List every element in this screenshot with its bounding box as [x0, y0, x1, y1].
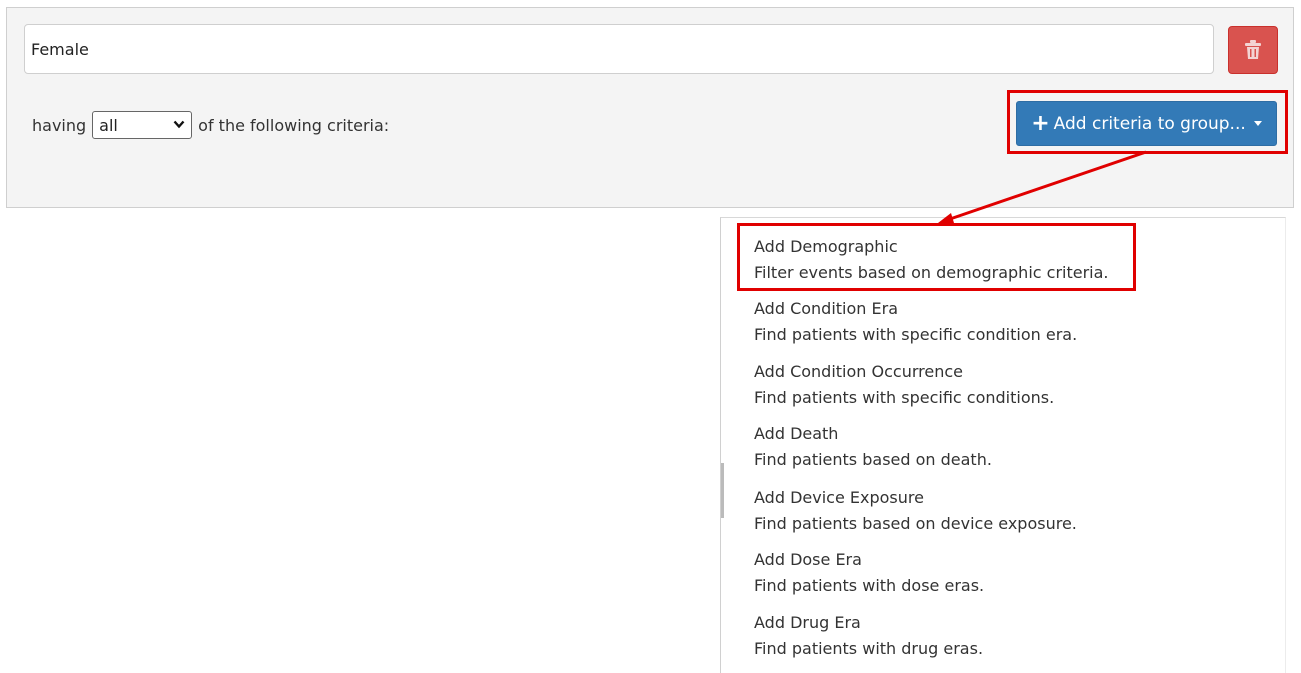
menu-item-title: Add Dose Era — [754, 550, 862, 569]
menu-item-description: Find patients with specific conditions. — [754, 388, 1055, 407]
caret-down-icon — [1253, 121, 1262, 126]
having-label: having — [32, 115, 87, 135]
trash-icon — [1245, 40, 1261, 59]
menu-item-device-exposure[interactable]: Add Device Exposure Find patients based … — [754, 485, 1077, 537]
having-suffix-label: of the following criteria: — [198, 115, 390, 135]
menu-item-title: Add Device Exposure — [754, 488, 924, 507]
delete-group-button[interactable] — [1228, 26, 1278, 74]
menu-item-description: Find patients based on device exposure. — [754, 514, 1077, 533]
menu-item-description: Find patients with specific condition er… — [754, 325, 1078, 344]
add-criteria-button[interactable]: + Add criteria to group... — [1016, 101, 1277, 146]
background-fragment — [721, 463, 724, 518]
menu-item-title: Add Condition Occurrence — [754, 362, 963, 381]
menu-item-description: Find patients with dose eras. — [754, 576, 985, 595]
menu-item-dose-era[interactable]: Add Dose Era Find patients with dose era… — [754, 547, 984, 599]
menu-item-title: Add Drug Era — [754, 613, 861, 632]
menu-item-condition-occurrence[interactable]: Add Condition Occurrence Find patients w… — [754, 359, 1054, 411]
menu-item-condition-era[interactable]: Add Condition Era Find patients with spe… — [754, 296, 1077, 348]
menu-item-description: Filter events based on demographic crite… — [754, 263, 1109, 282]
menu-item-title: Add Condition Era — [754, 299, 898, 318]
menu-item-description: Find patients based on death. — [754, 450, 992, 469]
match-select-wrapper: all — [92, 111, 193, 139]
menu-item-description: Find patients with drug eras. — [754, 639, 984, 658]
menu-item-title: Add Death — [754, 424, 839, 443]
add-criteria-label: Add criteria to group... — [1053, 113, 1246, 134]
menu-item-death[interactable]: Add Death Find patients based on death. — [754, 421, 992, 473]
criteria-dropdown-menu: Add Demographic Filter events based on d… — [720, 217, 1286, 673]
menu-item-drug-era[interactable]: Add Drug Era Find patients with drug era… — [754, 610, 983, 662]
plus-icon: + — [1031, 110, 1050, 136]
group-name-input[interactable] — [24, 24, 1214, 74]
menu-item-demographic[interactable]: Add Demographic Filter events based on d… — [754, 234, 1109, 286]
criteria-group-panel: having all of the following criteria: + … — [6, 7, 1294, 208]
having-row: having all of the following criteria: — [32, 111, 389, 139]
match-type-select[interactable]: all — [93, 112, 192, 138]
menu-item-title: Add Demographic — [754, 237, 898, 256]
